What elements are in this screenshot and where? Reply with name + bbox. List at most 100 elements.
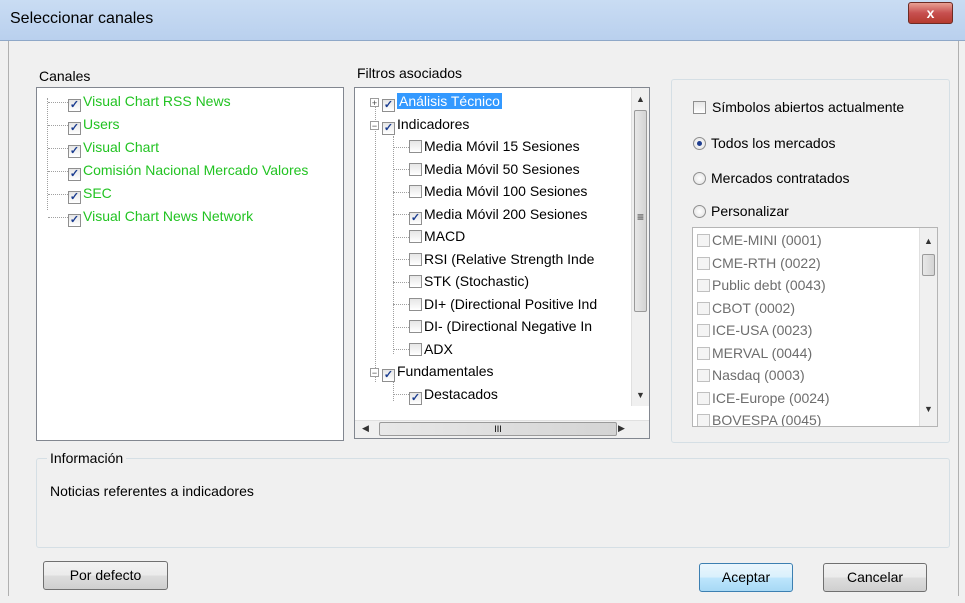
collapse-icon[interactable]: − (370, 120, 379, 130)
checkbox-icon (697, 369, 710, 382)
scroll-right-icon[interactable]: ▶ (613, 423, 630, 434)
canal-item-label: Users (83, 116, 120, 132)
filtro-item-label: Media Móvil 100 Sesiones (424, 183, 588, 199)
checkbox-icon: ✓ (68, 145, 81, 158)
scroll-down-icon[interactable]: ▼ (920, 404, 937, 414)
canal-item[interactable]: ✓ Comisión Nacional Mercado Valores (48, 160, 309, 181)
canal-item[interactable]: ✓ Visual Chart RSS News (48, 91, 231, 112)
scroll-down-icon[interactable]: ▼ (632, 390, 649, 400)
mercado-item: ICE-Europe (0024) (697, 388, 830, 408)
mercados-radio-option[interactable]: Mercados contratados (693, 168, 850, 188)
filtros-label: Filtros asociados (357, 65, 463, 81)
mercados-radio-option[interactable]: Todos los mercados (693, 133, 836, 153)
grip-icon: ≡ (636, 210, 644, 224)
checkbox-icon (697, 301, 710, 315)
filtro-item[interactable]: DI- (Directional Negative In (393, 316, 592, 336)
scroll-left-icon[interactable]: ◀ (357, 423, 374, 434)
canal-item-label: Comisión Nacional Mercado Valores (83, 162, 309, 178)
expand-icon[interactable]: + (370, 98, 379, 108)
filtro-item[interactable]: Media Móvil 50 Sesiones (393, 159, 580, 179)
filtro-group-item[interactable]: + ✓ Análisis Técnico (370, 91, 502, 112)
filtro-item[interactable]: ADX (393, 339, 453, 359)
checkbox-icon: ✓ (409, 211, 422, 225)
mercados-radio-option[interactable]: Personalizar (693, 201, 789, 221)
mercados-vscroll-thumb[interactable] (922, 254, 935, 276)
checkbox-icon (697, 279, 710, 292)
informacion-group: Información Noticias referentes a indica… (36, 450, 950, 548)
cancelar-button[interactable]: Cancelar (823, 563, 927, 592)
mercado-item-label: ICE-Europe (0024) (712, 389, 830, 406)
filtros-hscroll-thumb[interactable]: III (379, 422, 617, 436)
canal-item-label: Visual Chart RSS News (83, 93, 231, 109)
close-button[interactable]: x (908, 2, 953, 24)
simbolos-abiertos-label: Símbolos abiertos actualmente (712, 99, 905, 115)
checkbox-icon (697, 346, 710, 360)
filtro-item-label: Media Móvil 50 Sesiones (424, 160, 580, 177)
filtro-item[interactable]: Media Móvil 100 Sesiones (393, 181, 587, 201)
filtro-item-label: Media Móvil 15 Sesiones (424, 138, 580, 154)
filtro-item[interactable]: ✓ Media Móvil 200 Sesiones (393, 204, 587, 225)
checkbox-icon (409, 252, 422, 266)
mercado-item: ICE-USA (0023) (697, 320, 812, 340)
mercado-item: BOVESPA (0045) (697, 410, 821, 426)
mercado-item-label: CME-RTH (0022) (712, 254, 821, 271)
checkbox-icon: ✓ (68, 191, 81, 204)
por-defecto-button[interactable]: Por defecto (43, 561, 168, 590)
filtro-item-label: DI- (Directional Negative In (424, 318, 593, 334)
radio-icon (693, 205, 706, 218)
scroll-up-icon[interactable]: ▲ (632, 94, 649, 104)
checkbox-icon (697, 391, 710, 405)
filtro-item[interactable]: RSI (Relative Strength Inde (393, 249, 594, 269)
mercados-list[interactable]: CME-MINI (0001) CME-RTH (0022) Public debt… (692, 227, 938, 427)
mercados-vscrollbar[interactable]: ▲ ▼ (919, 228, 937, 426)
filtro-item-label: DI+ (Directional Positive Ind (424, 295, 598, 312)
filtro-item[interactable]: Media Móvil 15 Sesiones (393, 136, 580, 156)
checkbox-icon (697, 414, 710, 426)
checkbox-icon: ✓ (382, 369, 395, 382)
checkbox-icon: ✓ (382, 99, 395, 112)
filtro-item[interactable]: ✓ Destacados (393, 384, 498, 405)
filtros-hscrollbar[interactable]: ◀ III ▶ (355, 420, 649, 438)
filtros-tree[interactable]: + ✓ Análisis Técnico − ✓ Indicadores Media Móv… (354, 87, 650, 439)
canal-item[interactable]: ✓ Visual Chart News Network (48, 206, 253, 227)
informacion-label: Información (47, 450, 127, 466)
filtro-item-label: Fundamentales (397, 363, 494, 379)
canales-label: Canales (39, 68, 91, 84)
mercados-radio-label: Todos los mercados (711, 135, 836, 151)
simbolos-abiertos-checkbox[interactable]: Símbolos abiertos actualmente (693, 97, 904, 117)
checkbox-icon: ✓ (68, 99, 81, 112)
canal-item[interactable]: ✓ SEC (48, 183, 112, 204)
mercado-item-label: MERVAL (0044) (712, 344, 813, 361)
checkbox-icon (409, 297, 422, 311)
dialog-client: Canales ✓ Visual Chart RSS News ✓ Users ✓ Vis… (8, 41, 959, 596)
mercado-item-label: CME-MINI (0001) (712, 232, 822, 248)
canal-item[interactable]: ✓ Users (48, 114, 120, 135)
mercados-radio-label: Personalizar (711, 203, 789, 219)
filtro-item-label: Destacados (424, 385, 498, 402)
mercados-group: Símbolos abiertos actualmente Todos los … (671, 79, 950, 443)
collapse-icon[interactable]: − (370, 368, 379, 378)
checkbox-icon (409, 230, 422, 243)
window-title: Seleccionar canales (10, 10, 154, 27)
filtro-item-label: Indicadores (397, 115, 470, 132)
filtros-vscrollbar[interactable]: ▲ ≡ ▼ (631, 88, 649, 406)
title-bar: Seleccionar canales x (0, 0, 965, 41)
filtro-item[interactable]: MACD (393, 226, 465, 246)
mercado-item-label: CBOT (0002) (712, 299, 795, 316)
filtro-item-label: ADX (424, 340, 453, 357)
filtro-group-item[interactable]: − ✓ Fundamentales (370, 361, 494, 382)
checkbox-icon (409, 320, 422, 333)
canales-tree[interactable]: ✓ Visual Chart RSS News ✓ Users ✓ Visual Char… (36, 87, 344, 441)
mercado-item: CBOT (0002) (697, 298, 795, 318)
checkbox-icon (409, 275, 422, 288)
canal-item-label: Visual Chart (83, 139, 160, 155)
aceptar-button[interactable]: Aceptar (699, 563, 793, 592)
filtro-item[interactable]: DI+ (Directional Positive Ind (393, 294, 597, 314)
radio-icon (693, 172, 706, 185)
mercado-item-label: Nasdaq (0003) (712, 367, 805, 383)
scroll-up-icon[interactable]: ▲ (920, 236, 937, 246)
checkbox-icon (409, 140, 422, 153)
canal-item[interactable]: ✓ Visual Chart (48, 137, 160, 158)
filtro-item[interactable]: STK (Stochastic) (393, 271, 529, 291)
filtro-group-item[interactable]: − ✓ Indicadores (370, 114, 470, 135)
